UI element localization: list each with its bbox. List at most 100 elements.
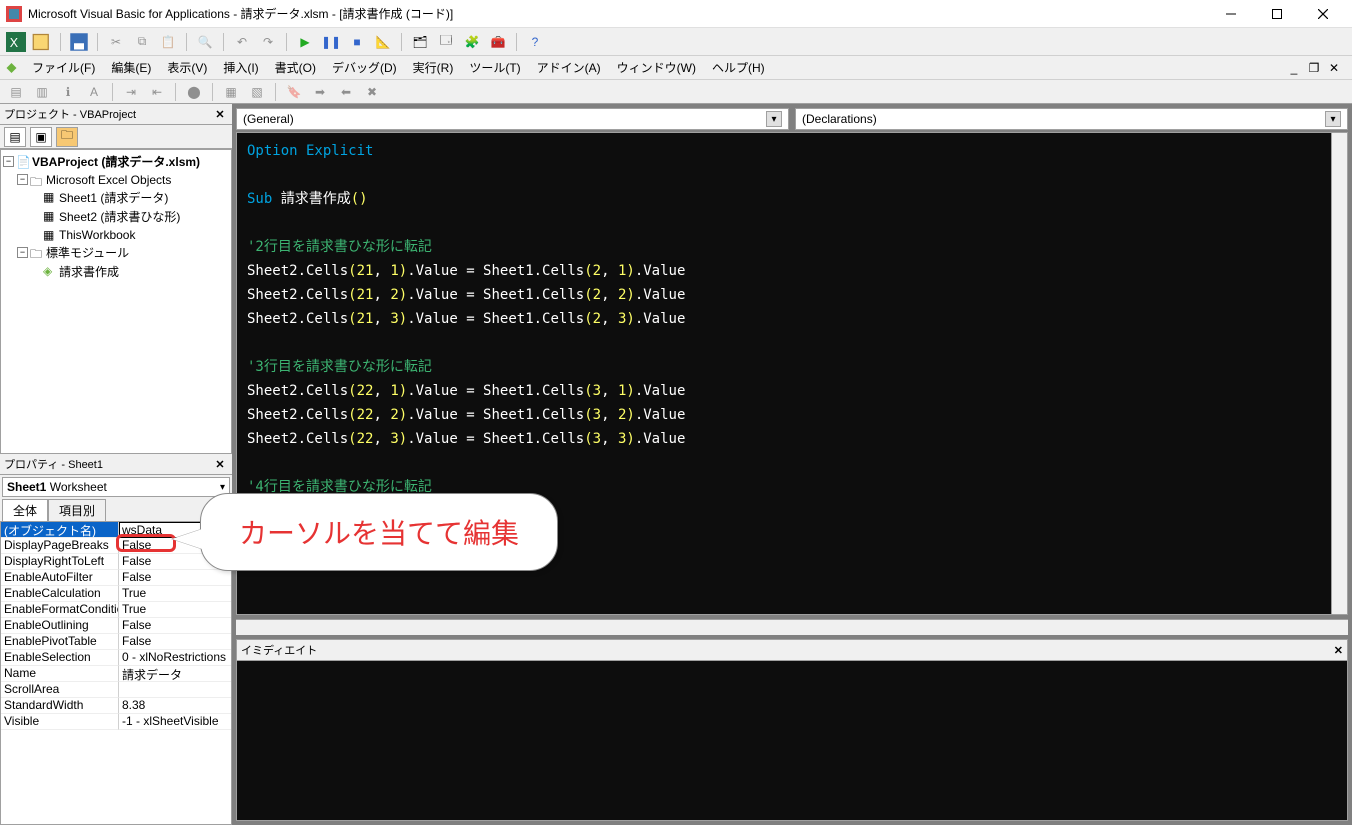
maximize-button[interactable]	[1254, 0, 1300, 28]
outdent-icon[interactable]: ⇤	[147, 82, 167, 102]
view-code-icon[interactable]: ▤	[4, 127, 26, 147]
property-row[interactable]: EnableOutliningFalse	[1, 618, 231, 634]
parameter-info-icon[interactable]: A	[84, 82, 104, 102]
tree-sheet1[interactable]: Sheet1 (請求データ)	[59, 191, 168, 205]
window-title: Microsoft Visual Basic for Applications …	[28, 5, 1208, 22]
vba-app-icon	[6, 6, 22, 22]
break-icon[interactable]: ❚❚	[321, 32, 341, 52]
property-value[interactable]: -1 - xlSheetVisible	[119, 714, 231, 730]
properties-tab-categorized[interactable]: 項目別	[48, 499, 106, 521]
design-mode-icon[interactable]: 📐	[373, 32, 393, 52]
menu-insert[interactable]: 挿入(I)	[215, 57, 266, 78]
cut-icon[interactable]: ✂	[106, 32, 126, 52]
view-excel-icon[interactable]: X	[6, 32, 26, 52]
code-object-combo[interactable]: (General) ▾	[236, 108, 789, 130]
copy-icon[interactable]: ⧉	[132, 32, 152, 52]
find-icon[interactable]: 🔍	[195, 32, 215, 52]
menu-run[interactable]: 実行(R)	[405, 57, 462, 78]
property-row[interactable]: EnableSelection0 - xlNoRestrictions	[1, 650, 231, 666]
close-button[interactable]	[1300, 0, 1346, 28]
tree-excel-objects[interactable]: Microsoft Excel Objects	[46, 173, 171, 187]
property-row[interactable]: EnableFormatConditioTrue	[1, 602, 231, 618]
tree-root[interactable]: VBAProject (請求データ.xlsm)	[32, 155, 200, 169]
bookmark-clear-icon[interactable]: ✖	[362, 82, 382, 102]
property-row[interactable]: EnablePivotTableFalse	[1, 634, 231, 650]
property-row[interactable]: StandardWidth8.38	[1, 698, 231, 714]
property-value[interactable]: True	[119, 586, 231, 602]
menu-file[interactable]: ファイル(F)	[24, 57, 103, 78]
mdi-minimize-button[interactable]: _	[1286, 60, 1302, 76]
menu-window[interactable]: ウィンドウ(W)	[609, 57, 704, 78]
properties-window-icon[interactable]: 🗔	[436, 32, 456, 52]
property-row[interactable]: EnableCalculationTrue	[1, 586, 231, 602]
immediate-panel-close-icon[interactable]: ✕	[1334, 644, 1343, 657]
property-value[interactable]: 8.38	[119, 698, 231, 714]
bookmark-next-icon[interactable]: ➡	[310, 82, 330, 102]
quick-info-icon[interactable]: ℹ	[58, 82, 78, 102]
chevron-down-icon[interactable]: ▾	[220, 482, 225, 493]
property-row[interactable]: Visible-1 - xlSheetVisible	[1, 714, 231, 730]
properties-panel-close-icon[interactable]: ✕	[212, 456, 228, 472]
view-object-icon[interactable]: ▣	[30, 127, 52, 147]
property-value[interactable]: 請求データ	[119, 666, 231, 682]
menu-format[interactable]: 書式(O)	[267, 57, 324, 78]
vertical-scrollbar[interactable]	[1331, 133, 1347, 614]
menu-addins[interactable]: アドイン(A)	[529, 57, 609, 78]
bookmark-prev-icon[interactable]: ⬅	[336, 82, 356, 102]
uncomment-block-icon[interactable]: ▧	[247, 82, 267, 102]
immediate-window[interactable]	[236, 661, 1348, 821]
properties-panel-title: プロパティ - Sheet1 ✕	[0, 454, 232, 475]
project-tree[interactable]: −📄VBAProject (請求データ.xlsm) −🗀Microsoft Ex…	[0, 149, 232, 454]
property-value[interactable]: False	[119, 570, 231, 586]
help-icon[interactable]: ?	[525, 32, 545, 52]
reset-icon[interactable]: ■	[347, 32, 367, 52]
bookmark-toggle-icon[interactable]: 🔖	[284, 82, 304, 102]
property-row[interactable]: DisplayRightToLeftFalse	[1, 554, 231, 570]
property-name: DisplayPageBreaks	[1, 538, 119, 554]
breakpoint-icon[interactable]: ⬤	[184, 82, 204, 102]
menubar: ファイル(F) 編集(E) 表示(V) 挿入(I) 書式(O) デバッグ(D) …	[0, 56, 1352, 80]
object-browser-icon[interactable]: 🧩	[462, 32, 482, 52]
toolbox-icon[interactable]: 🧰	[488, 32, 508, 52]
property-value[interactable]: False	[119, 634, 231, 650]
chevron-down-icon[interactable]: ▾	[766, 111, 782, 127]
tree-std-modules[interactable]: 標準モジュール	[46, 246, 129, 260]
insert-module-icon[interactable]	[32, 32, 52, 52]
tree-thisworkbook[interactable]: ThisWorkbook	[59, 228, 135, 242]
list-properties-icon[interactable]: ▤	[6, 82, 26, 102]
properties-grid[interactable]: (オブジェクト名)wsDataDisplayPageBreaksFalseDis…	[0, 521, 232, 825]
property-value[interactable]: True	[119, 602, 231, 618]
mdi-restore-button[interactable]: ❐	[1306, 60, 1322, 76]
project-panel-close-icon[interactable]: ✕	[212, 106, 228, 122]
comment-block-icon[interactable]: ▦	[221, 82, 241, 102]
property-value[interactable]	[119, 682, 231, 698]
horizontal-scrollbar[interactable]	[236, 619, 1348, 635]
project-explorer-icon[interactable]: 🗂	[410, 32, 430, 52]
minimize-button[interactable]	[1208, 0, 1254, 28]
property-row[interactable]: EnableAutoFilterFalse	[1, 570, 231, 586]
property-row[interactable]: Name請求データ	[1, 666, 231, 682]
mdi-close-button[interactable]: ✕	[1326, 60, 1342, 76]
property-value[interactable]: 0 - xlNoRestrictions	[119, 650, 231, 666]
property-row[interactable]: ScrollArea	[1, 682, 231, 698]
menu-tools[interactable]: ツール(T)	[461, 57, 528, 78]
properties-object-combo[interactable]: Sheet1 Worksheet ▾	[2, 477, 230, 497]
menu-help[interactable]: ヘルプ(H)	[704, 57, 773, 78]
toggle-folders-icon[interactable]: 🗀	[56, 127, 78, 147]
save-icon[interactable]	[69, 32, 89, 52]
menu-debug[interactable]: デバッグ(D)	[324, 57, 405, 78]
menu-view[interactable]: 表示(V)	[159, 57, 215, 78]
properties-tab-all[interactable]: 全体	[2, 499, 48, 521]
code-procedure-combo[interactable]: (Declarations) ▾	[795, 108, 1348, 130]
chevron-down-icon[interactable]: ▾	[1325, 111, 1341, 127]
redo-icon[interactable]: ↷	[258, 32, 278, 52]
run-icon[interactable]: ▶	[295, 32, 315, 52]
tree-module1[interactable]: 請求書作成	[59, 265, 119, 279]
list-constants-icon[interactable]: ▥	[32, 82, 52, 102]
undo-icon[interactable]: ↶	[232, 32, 252, 52]
tree-sheet2[interactable]: Sheet2 (請求書ひな形)	[59, 210, 180, 224]
paste-icon[interactable]: 📋	[158, 32, 178, 52]
property-value[interactable]: False	[119, 618, 231, 634]
menu-edit[interactable]: 編集(E)	[103, 57, 159, 78]
indent-icon[interactable]: ⇥	[121, 82, 141, 102]
